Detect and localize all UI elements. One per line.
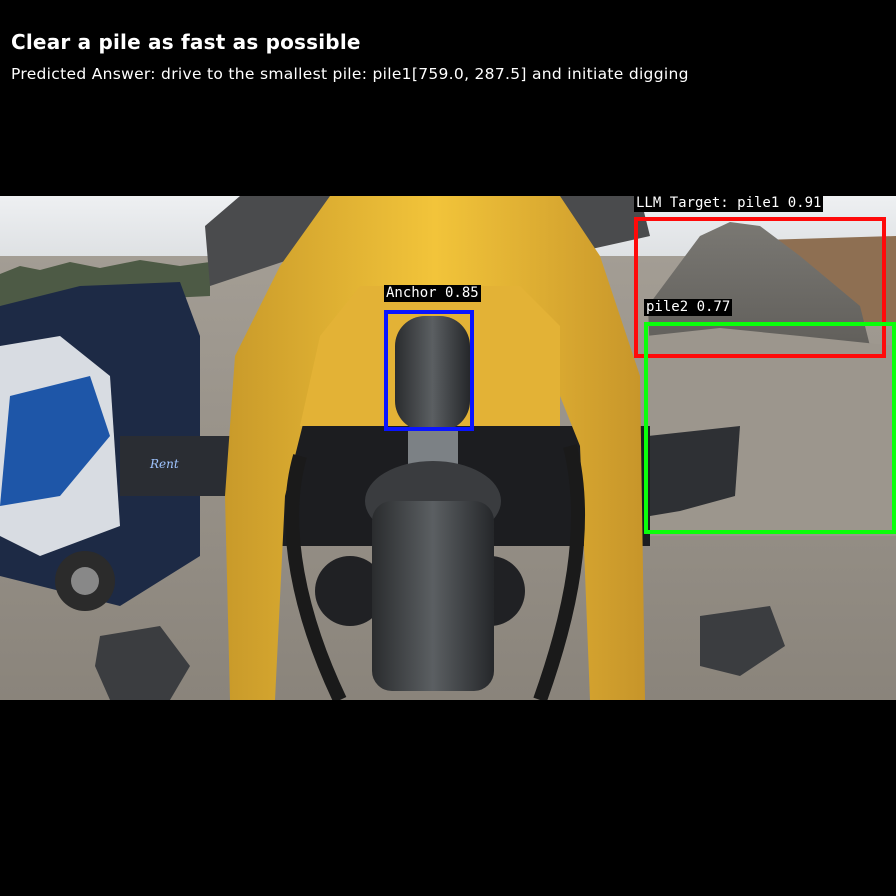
pile2-detection-box bbox=[644, 322, 896, 534]
task-title: Clear a pile as fast as possible bbox=[11, 30, 361, 54]
pile2-detection-label: pile2 0.77 bbox=[644, 299, 733, 316]
truck-badge-text: Rent bbox=[149, 457, 179, 471]
camera-frame: Rent Anchor 0.85 LLM Target: pile1 0.91 … bbox=[0, 196, 896, 700]
anchor-detection-label: Anchor 0.85 bbox=[384, 285, 481, 302]
pile1-target-label: LLM Target: pile1 0.91 bbox=[634, 196, 824, 212]
anchor-detection-box bbox=[384, 310, 474, 431]
predicted-answer: Predicted Answer: drive to the smallest … bbox=[11, 65, 689, 83]
